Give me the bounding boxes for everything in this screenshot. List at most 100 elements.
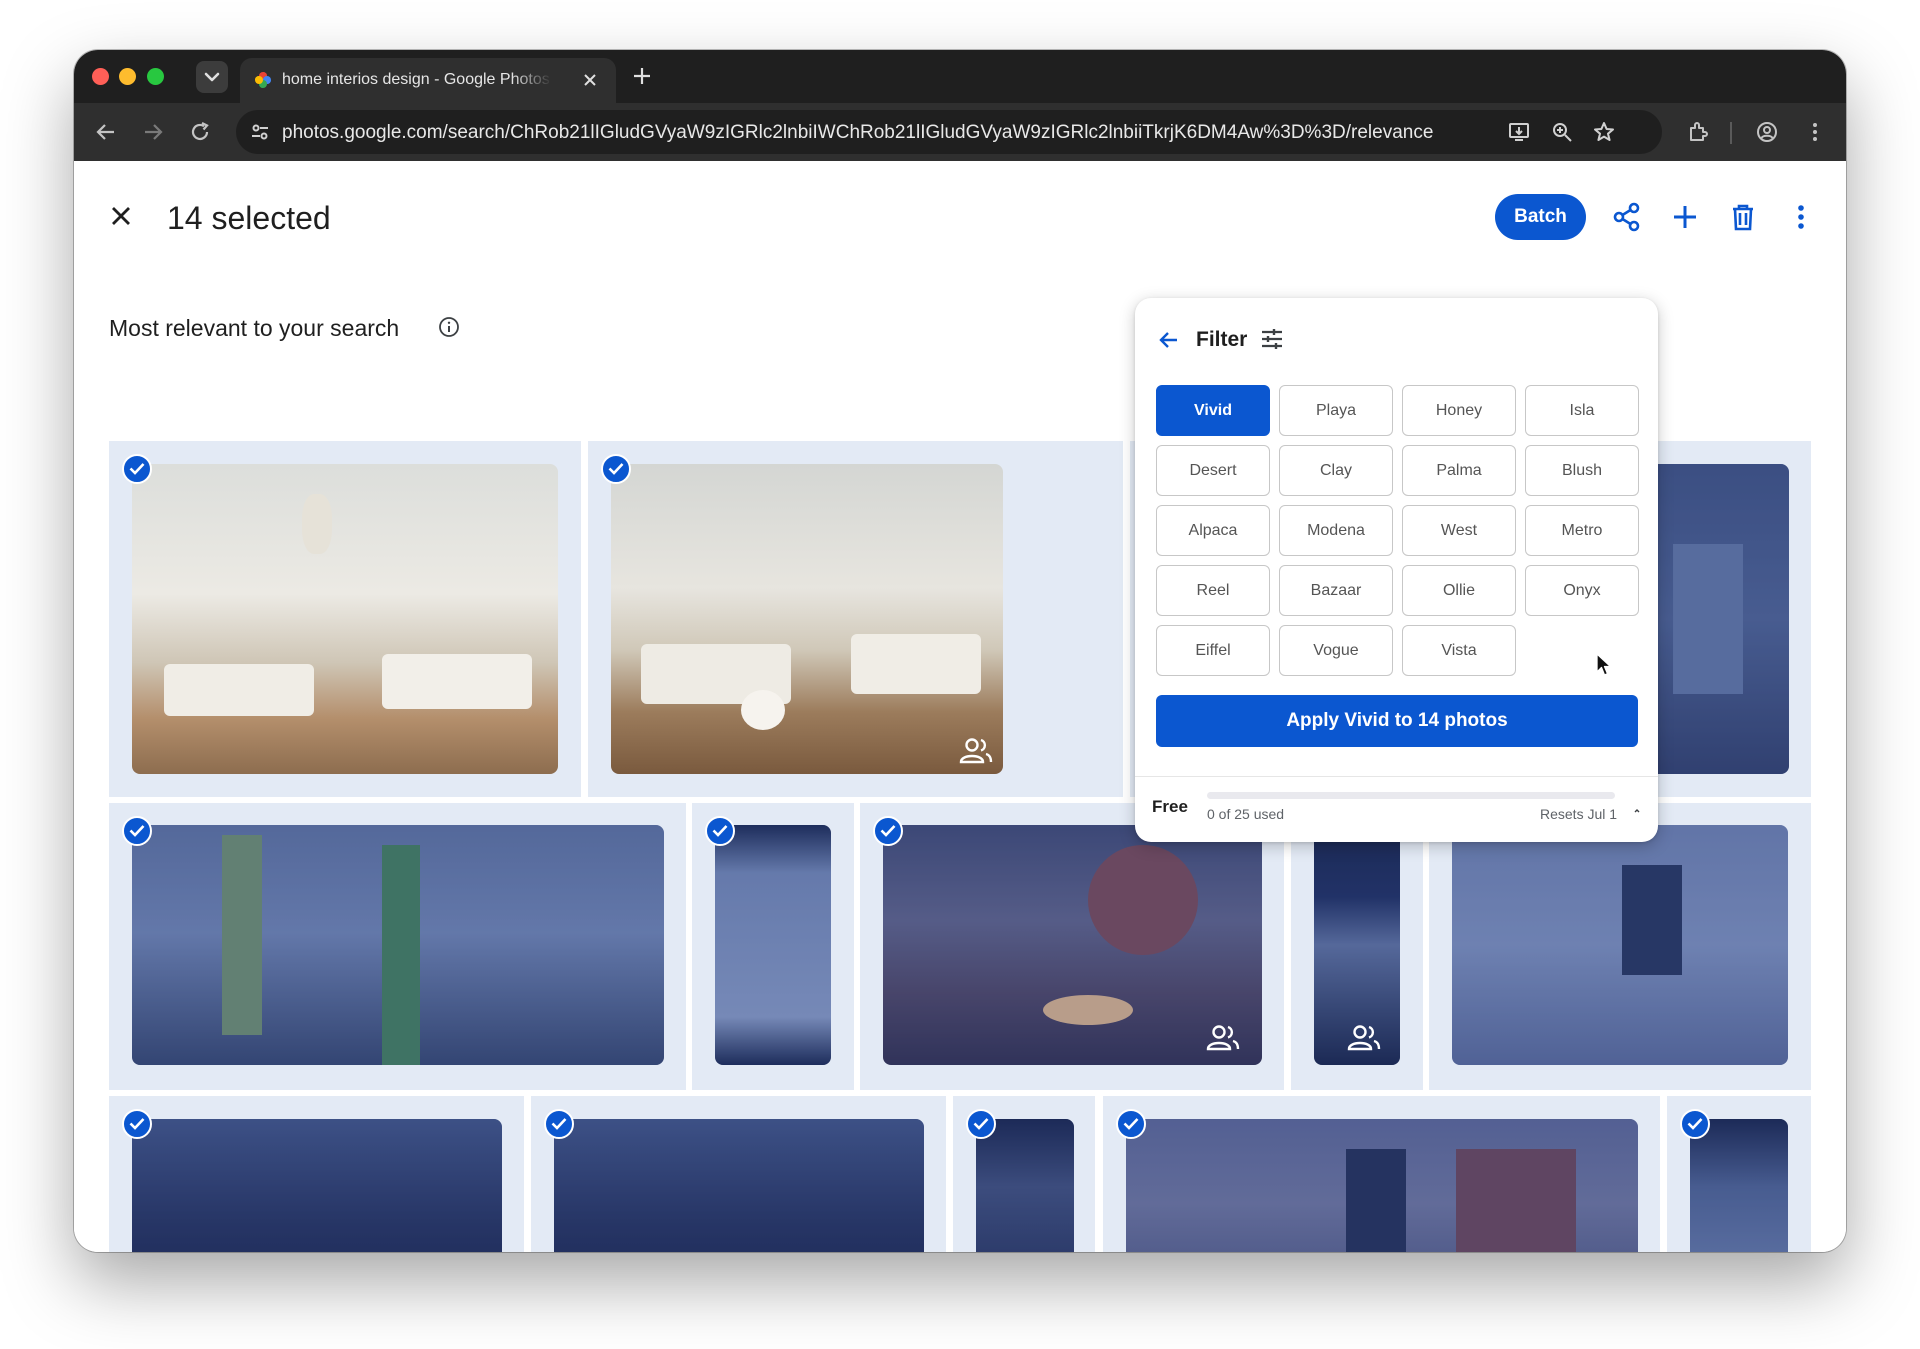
browser-toolbar: photos.google.com/search/ChRob21lIGludGV… (74, 103, 1846, 161)
photo-cell[interactable] (860, 803, 1284, 1090)
close-window-button[interactable] (92, 68, 109, 85)
filter-option-reel[interactable]: Reel (1156, 565, 1270, 616)
photo-thumbnail[interactable] (132, 825, 664, 1065)
selected-check-icon[interactable] (544, 1109, 574, 1139)
photo-thumbnail[interactable] (715, 825, 831, 1065)
close-icon[interactable] (106, 201, 136, 231)
photo-thumbnail[interactable] (1126, 1119, 1638, 1252)
info-icon[interactable] (438, 316, 460, 338)
zoom-icon[interactable] (1550, 120, 1574, 144)
back-arrow-icon[interactable] (1157, 328, 1181, 352)
add-icon[interactable] (1669, 201, 1701, 233)
selected-check-icon[interactable] (122, 454, 152, 484)
filter-option-vivid[interactable]: Vivid (1156, 385, 1270, 436)
selection-tint (976, 1119, 1074, 1252)
filter-option-vogue[interactable]: Vogue (1279, 625, 1393, 676)
filter-option-isla[interactable]: Isla (1525, 385, 1639, 436)
photo-cell[interactable] (953, 1096, 1095, 1252)
photo-thumbnail[interactable] (132, 464, 558, 774)
close-tab-icon[interactable] (580, 70, 600, 90)
selected-check-icon[interactable] (1116, 1109, 1146, 1139)
filter-option-metro[interactable]: Metro (1525, 505, 1639, 556)
toolbar-divider (1730, 122, 1732, 144)
forward-arrow-icon[interactable] (141, 120, 165, 144)
filter-option-blush[interactable]: Blush (1525, 445, 1639, 496)
install-app-icon[interactable] (1507, 120, 1531, 144)
filter-option-clay[interactable]: Clay (1279, 445, 1393, 496)
photo-cell[interactable] (109, 1096, 524, 1252)
browser-window: home interios design - Google Photos pho… (74, 50, 1846, 1252)
filter-option-alpaca[interactable]: Alpaca (1156, 505, 1270, 556)
extensions-icon[interactable] (1686, 120, 1710, 144)
photo-detail (164, 664, 314, 716)
address-bar[interactable]: photos.google.com/search/ChRob21lIGludGV… (236, 110, 1662, 154)
filter-option-onyx[interactable]: Onyx (1525, 565, 1639, 616)
reload-icon[interactable] (188, 120, 212, 144)
photo-cell[interactable] (1291, 803, 1423, 1090)
tab-list-button[interactable] (196, 61, 228, 93)
chevron-up-icon[interactable] (1632, 806, 1642, 816)
filter-option-bazaar[interactable]: Bazaar (1279, 565, 1393, 616)
shared-people-icon (959, 738, 993, 764)
selected-check-icon[interactable] (601, 454, 631, 484)
share-icon[interactable] (1611, 201, 1643, 233)
batch-button[interactable]: Batch (1495, 194, 1586, 240)
trash-icon[interactable] (1727, 201, 1759, 233)
more-vert-icon[interactable] (1785, 201, 1817, 233)
photo-cell[interactable] (531, 1096, 946, 1252)
filter-title: Filter (1196, 328, 1248, 351)
usage-progress-bar (1207, 792, 1615, 799)
filter-option-honey[interactable]: Honey (1402, 385, 1516, 436)
selected-check-icon[interactable] (122, 816, 152, 846)
filter-option-desert[interactable]: Desert (1156, 445, 1270, 496)
apply-filter-button[interactable]: Apply Vivid to 14 photos (1156, 695, 1638, 747)
filter-option-palma[interactable]: Palma (1402, 445, 1516, 496)
photo-cell[interactable] (109, 441, 581, 797)
bookmark-star-icon[interactable] (1592, 120, 1616, 144)
selected-check-icon[interactable] (966, 1109, 996, 1139)
photo-thumbnail[interactable] (132, 1119, 502, 1252)
resets-text: Resets Jul 1 (1540, 806, 1618, 822)
shared-people-icon (1206, 1025, 1240, 1051)
photo-cell[interactable] (109, 803, 686, 1090)
profile-icon[interactable] (1755, 120, 1779, 144)
filter-option-playa[interactable]: Playa (1279, 385, 1393, 436)
filter-option-vista[interactable]: Vista (1402, 625, 1516, 676)
selected-check-icon[interactable] (705, 816, 735, 846)
divider (1135, 776, 1658, 777)
tune-icon[interactable] (1259, 326, 1285, 352)
photo-detail (851, 634, 981, 694)
photo-thumbnail[interactable] (611, 464, 1003, 774)
section-title: Most relevant to your search (109, 315, 400, 341)
filter-option-eiffel[interactable]: Eiffel (1156, 625, 1270, 676)
filter-option-west[interactable]: West (1402, 505, 1516, 556)
selected-check-icon[interactable] (1680, 1109, 1710, 1139)
filter-option-ollie[interactable]: Ollie (1402, 565, 1516, 616)
selected-check-icon[interactable] (122, 1109, 152, 1139)
photo-cell[interactable] (1429, 803, 1811, 1090)
photo-cell[interactable] (692, 803, 854, 1090)
filter-option-modena[interactable]: Modena (1279, 505, 1393, 556)
photo-detail (382, 654, 532, 709)
browser-tab[interactable]: home interios design - Google Photos (240, 58, 616, 103)
filter-panel: Filter Vivid Playa Honey Isla Desert Clay Palm… (1135, 298, 1658, 842)
photo-cell[interactable] (1667, 1096, 1811, 1252)
selected-check-icon[interactable] (873, 816, 903, 846)
new-tab-icon[interactable] (630, 64, 654, 88)
site-settings-icon[interactable] (248, 120, 272, 144)
photo-cell[interactable] (588, 441, 1123, 797)
back-arrow-icon[interactable] (94, 120, 118, 144)
photo-thumbnail[interactable] (1690, 1119, 1788, 1252)
plan-label: Free (1152, 797, 1188, 816)
selection-tint (715, 825, 831, 1065)
browser-menu-icon[interactable] (1803, 120, 1827, 144)
photo-cell[interactable] (1103, 1096, 1660, 1252)
maximize-window-button[interactable] (147, 68, 164, 85)
selection-tint (132, 825, 664, 1065)
photo-thumbnail[interactable] (1452, 825, 1788, 1065)
google-photos-favicon (255, 72, 271, 88)
photo-thumbnail[interactable] (976, 1119, 1074, 1252)
minimize-window-button[interactable] (119, 68, 136, 85)
photo-thumbnail[interactable] (554, 1119, 924, 1252)
tab-strip: home interios design - Google Photos (74, 50, 1846, 103)
